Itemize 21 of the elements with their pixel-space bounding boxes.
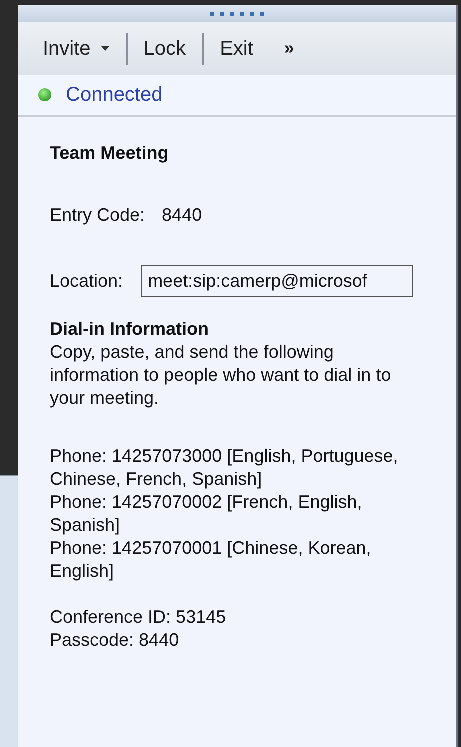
caret-icon (100, 46, 110, 51)
entry-code: 8440 (162, 204, 202, 227)
grip-icon (210, 12, 264, 16)
toolbar-button[interactable]: Exit (217, 34, 256, 64)
location-field[interactable]: meet:sip:camerp@microsof (141, 265, 414, 297)
grip-bar[interactable] (18, 5, 456, 22)
dial-in-heading: Dial-in Information (50, 318, 210, 341)
passcode: Passcode: 8440 (50, 629, 180, 652)
invite-menu-button[interactable]: Invite (40, 34, 113, 64)
phone-entry: Phone: 14257073000 [English, Portuguese, Chinese, French, Spanish] (50, 445, 400, 491)
phone-entry: Phone: 14257070002 [French, English, Spanish] (50, 491, 364, 537)
dial-in-instructions: Copy, paste, and send the following information to people who want to dial in to your meeting. (50, 341, 392, 410)
status-dot-icon (38, 88, 52, 102)
entry-code-label: Entry Code: (50, 204, 146, 227)
phone-entry: Phone: 14257070001 [Chinese, Korean, English] (50, 537, 372, 583)
conference-id: Conference ID: 53145 (50, 606, 228, 629)
location-label: Location: (50, 270, 124, 292)
meeting-title: Team Meeting (50, 142, 170, 165)
more-button[interactable]: » (284, 35, 294, 62)
status-text: Connected (66, 83, 163, 108)
toolbar-button[interactable]: Lock (140, 34, 190, 64)
